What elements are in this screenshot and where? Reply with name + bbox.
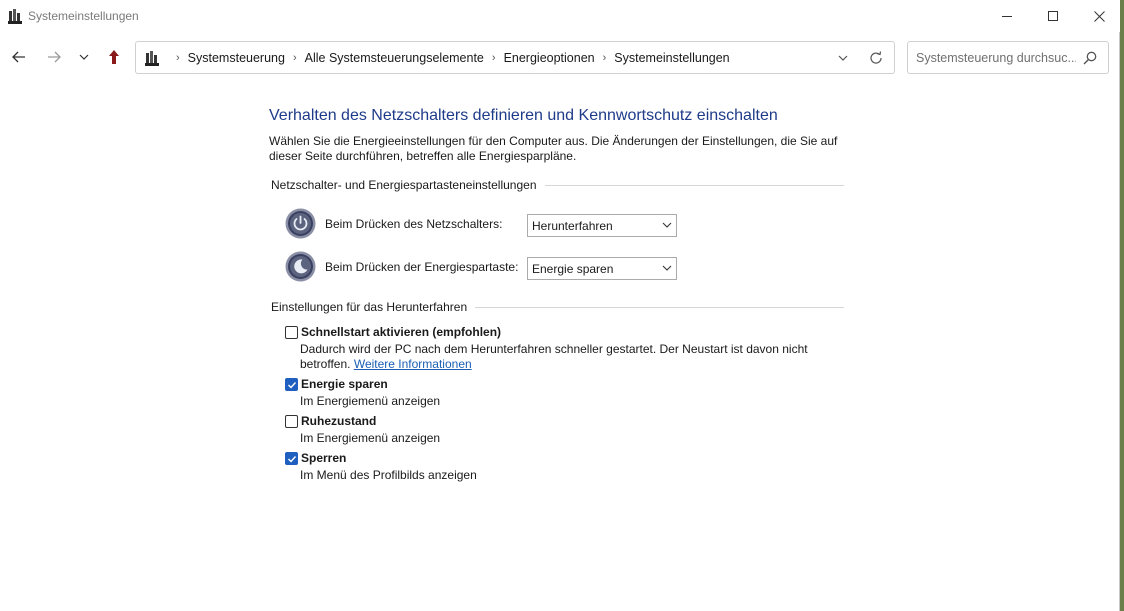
chevron-right-icon[interactable]: › bbox=[293, 52, 297, 64]
chevron-right-icon: › bbox=[176, 51, 180, 64]
address-bar[interactable]: › Systemsteuerung › Alle Systemsteuerung… bbox=[135, 41, 895, 74]
option-label[interactable]: Ruhezustand bbox=[301, 414, 376, 428]
control-panel-icon bbox=[8, 9, 22, 24]
main-content: Verhalten des Netzschalters definieren u… bbox=[0, 84, 1120, 611]
select-value: Energie sparen bbox=[532, 262, 614, 276]
sleep-button-setting: Beim Drücken der Energiespartaste: Energ… bbox=[285, 251, 685, 283]
address-history-button[interactable] bbox=[831, 48, 855, 68]
option-label[interactable]: Energie sparen bbox=[301, 377, 388, 391]
sleep-button-action-select[interactable]: Energie sparen bbox=[527, 257, 677, 280]
description-line: Dadurch wird der PC nach dem Herunterfah… bbox=[300, 342, 808, 356]
refresh-icon bbox=[870, 51, 882, 64]
recent-locations-button[interactable] bbox=[70, 42, 98, 72]
power-buttons-group-header: Netzschalter- und Energiespartasteneinst… bbox=[271, 178, 844, 192]
more-info-link[interactable]: Weitere Informationen bbox=[354, 357, 472, 371]
hibernate-checkbox[interactable] bbox=[285, 415, 298, 428]
control-panel-icon bbox=[145, 51, 159, 66]
option-description: Im Energiemenü anzeigen bbox=[300, 394, 441, 408]
option-description: Dadurch wird der PC nach dem Herunterfah… bbox=[300, 342, 830, 372]
refresh-button[interactable] bbox=[864, 47, 888, 69]
select-value: Herunterfahren bbox=[532, 219, 613, 233]
chevron-down-icon bbox=[838, 55, 848, 61]
breadcrumb-item[interactable]: Energieoptionen bbox=[504, 51, 595, 65]
control-panel-window: Systemeinstellungen › Systemsteuerung › … bbox=[0, 0, 1120, 611]
minimize-button[interactable] bbox=[984, 0, 1030, 32]
option-description: Im Menü des Profilbilds anzeigen bbox=[300, 468, 477, 482]
search-input[interactable] bbox=[916, 49, 1076, 67]
power-button-label: Beim Drücken des Netzschalters: bbox=[325, 217, 503, 231]
navigation-bar: › Systemsteuerung › Alle Systemsteuerung… bbox=[0, 32, 1120, 84]
lock-checkbox[interactable] bbox=[285, 452, 298, 465]
close-button[interactable] bbox=[1076, 0, 1122, 32]
power-button-setting: Beim Drücken des Netzschalters: Herunter… bbox=[285, 208, 685, 240]
divider bbox=[544, 184, 844, 186]
up-arrow-icon bbox=[109, 50, 119, 64]
page-title: Verhalten des Netzschalters definieren u… bbox=[269, 107, 778, 124]
intro-line: Wählen Sie die Energieeinstellungen für … bbox=[269, 134, 838, 148]
checkmark-icon bbox=[288, 382, 297, 389]
chevron-right-icon[interactable]: › bbox=[603, 52, 607, 64]
arrow-right-icon bbox=[48, 51, 61, 63]
fast-startup-checkbox[interactable] bbox=[285, 326, 298, 339]
breadcrumb-item[interactable]: Systemsteuerung bbox=[188, 51, 285, 65]
description-line: betroffen. Weitere Informationen bbox=[300, 357, 830, 372]
title-bar: Systemeinstellungen bbox=[0, 0, 1120, 32]
intro-line: dieser Seite durchführen, betreffen alle… bbox=[269, 149, 577, 163]
maximize-button[interactable] bbox=[1030, 0, 1076, 32]
group-header-label: Einstellungen für das Herunterfahren bbox=[271, 300, 468, 314]
forward-button[interactable] bbox=[40, 42, 68, 72]
back-button[interactable] bbox=[5, 42, 33, 72]
chevron-down-icon bbox=[79, 54, 89, 60]
close-icon bbox=[1093, 10, 1105, 22]
search-icon[interactable] bbox=[1082, 50, 1098, 66]
sleep-button-icon bbox=[285, 251, 316, 282]
sleep-checkbox[interactable] bbox=[285, 378, 298, 391]
option-description: Im Energiemenü anzeigen bbox=[300, 431, 441, 445]
chevron-down-icon bbox=[662, 265, 672, 271]
chevron-right-icon[interactable]: › bbox=[492, 52, 496, 64]
power-button-icon bbox=[285, 208, 316, 239]
chevron-down-icon bbox=[662, 222, 672, 228]
arrow-left-icon bbox=[12, 51, 25, 63]
breadcrumb-item[interactable]: Alle Systemsteuerungselemente bbox=[305, 51, 484, 65]
up-button[interactable] bbox=[100, 42, 128, 72]
page-intro: Wählen Sie die Energieeinstellungen für … bbox=[269, 134, 844, 164]
checkmark-icon bbox=[288, 456, 297, 463]
search-box[interactable] bbox=[907, 41, 1109, 74]
maximize-icon bbox=[1048, 11, 1058, 21]
description-text: betroffen. bbox=[300, 357, 351, 371]
minimize-icon bbox=[1002, 15, 1012, 17]
window-title: Systemeinstellungen bbox=[28, 9, 139, 23]
shutdown-group-header: Einstellungen für das Herunterfahren bbox=[271, 300, 844, 314]
divider bbox=[475, 306, 844, 308]
sleep-button-label: Beim Drücken der Energiespartaste: bbox=[325, 260, 519, 274]
option-label[interactable]: Sperren bbox=[301, 451, 346, 465]
group-header-label: Netzschalter- und Energiespartasteneinst… bbox=[271, 178, 537, 192]
power-button-action-select[interactable]: Herunterfahren bbox=[527, 214, 677, 237]
breadcrumb-item[interactable]: Systemeinstellungen bbox=[614, 51, 729, 65]
option-label[interactable]: Schnellstart aktivieren (empfohlen) bbox=[301, 325, 501, 339]
breadcrumb: › Systemsteuerung › Alle Systemsteuerung… bbox=[168, 42, 730, 73]
